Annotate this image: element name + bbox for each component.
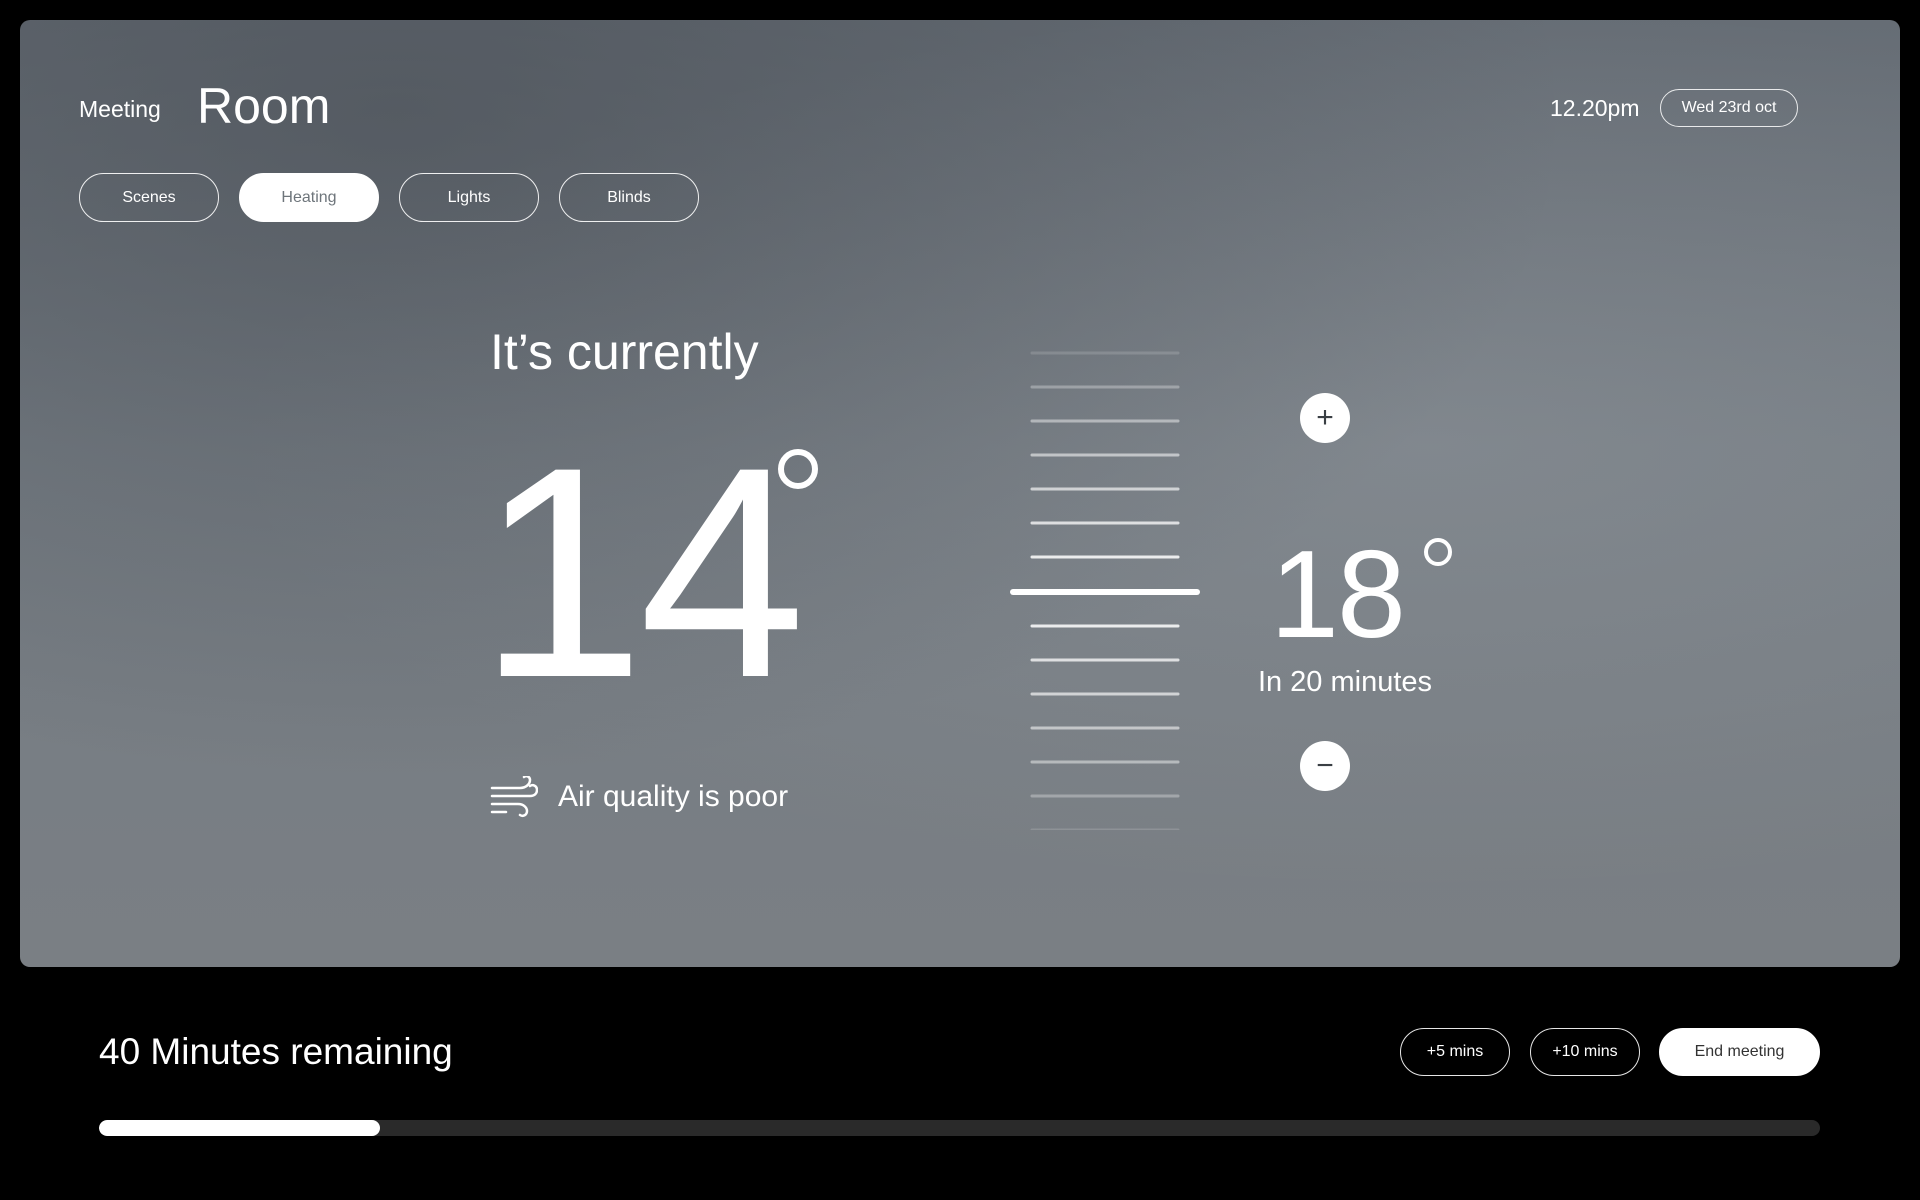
wind-icon (490, 776, 538, 818)
current-label: It’s currently (490, 324, 759, 380)
minus-icon: − (1316, 749, 1334, 782)
title-room: Room (197, 78, 331, 134)
target-temperature: 18 (1270, 526, 1406, 664)
target-eta: In 20 minutes (1257, 666, 1433, 698)
air-quality: Air quality is poor (490, 776, 788, 818)
temperature-scale[interactable] (1010, 330, 1200, 830)
current-time: 12.20pm (1550, 95, 1640, 121)
meeting-progress-fill (99, 1120, 380, 1136)
degree-symbol (778, 449, 818, 489)
target-degree-symbol (1424, 538, 1452, 566)
tab-blinds[interactable]: Blinds (559, 173, 699, 222)
tab-scenes[interactable]: Scenes (79, 173, 219, 222)
tab-heating[interactable]: Heating (239, 173, 379, 222)
air-quality-text: Air quality is poor (558, 780, 789, 813)
time-remaining: 40 Minutes remaining (99, 1031, 453, 1072)
plus-icon: + (1316, 401, 1334, 434)
increase-temp-button[interactable]: + (1300, 393, 1350, 443)
tab-lights[interactable]: Lights (399, 173, 539, 222)
title-meeting: Meeting (79, 96, 161, 122)
decrease-temp-button[interactable]: − (1300, 741, 1350, 791)
tab-bar: Scenes Heating Lights Blinds (79, 173, 699, 222)
meeting-progress-bar (99, 1120, 1820, 1136)
end-meeting-button[interactable]: End meeting (1659, 1028, 1820, 1076)
add-10-mins-button[interactable]: +10 mins (1530, 1028, 1640, 1076)
date-badge: Wed 23rd oct (1660, 89, 1798, 127)
add-5-mins-button[interactable]: +5 mins (1400, 1028, 1510, 1076)
current-temperature: 14 (478, 404, 806, 740)
heating-panel (20, 20, 1900, 967)
